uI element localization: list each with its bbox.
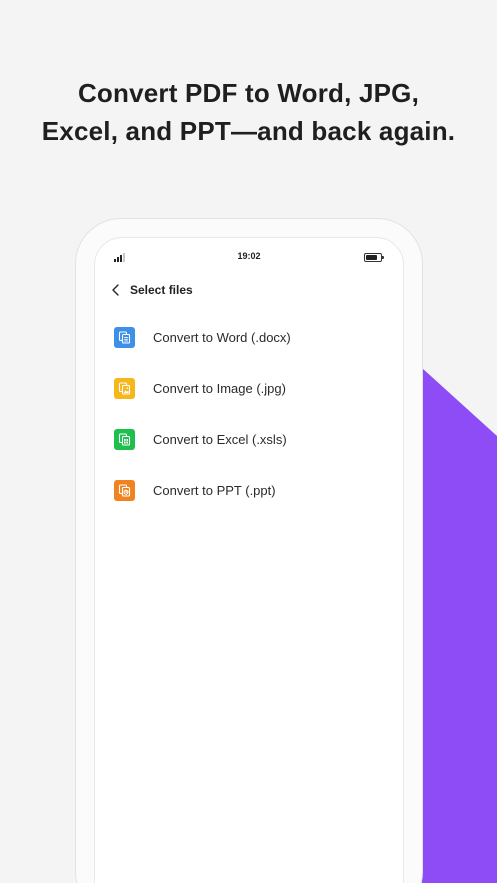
status-time: 19:02 [237, 251, 261, 261]
headline-line-2: Excel, and PPT—and back again. [41, 116, 456, 146]
word-file-icon [114, 326, 135, 348]
image-file-icon [114, 377, 135, 399]
option-convert-image[interactable]: Convert to Image (.jpg) [114, 376, 384, 400]
excel-file-icon [114, 428, 135, 450]
option-label: Convert to Excel (.xsls) [153, 431, 287, 447]
nav-title: Select files [130, 283, 193, 297]
option-label: Convert to Image (.jpg) [153, 380, 286, 396]
option-label: Convert to Word (.docx) [153, 329, 291, 345]
option-convert-excel[interactable]: Convert to Excel (.xsls) [114, 427, 384, 451]
option-convert-ppt[interactable]: Convert to PPT (.ppt) [114, 478, 384, 502]
status-bar: 19:02 [94, 250, 404, 266]
battery-icon [364, 253, 384, 262]
screenshot-page: Convert PDF to Word, JPG, Excel, and PPT… [0, 0, 497, 883]
chevron-left-icon[interactable] [108, 282, 124, 298]
headline: Convert PDF to Word, JPG, Excel, and PPT… [0, 74, 497, 150]
headline-line-1: Convert PDF to Word, JPG, [77, 78, 420, 108]
option-convert-word[interactable]: Convert to Word (.docx) [114, 325, 384, 349]
option-label: Convert to PPT (.ppt) [153, 482, 276, 498]
ppt-file-icon [114, 479, 135, 501]
nav-bar: Select files [108, 281, 193, 299]
